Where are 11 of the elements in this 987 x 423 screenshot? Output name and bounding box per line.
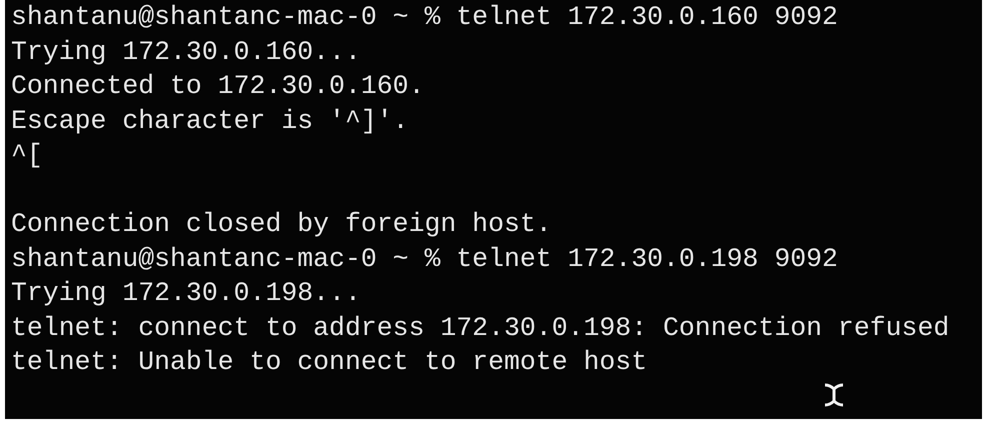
terminal-line: Trying 172.30.0.198... — [11, 277, 362, 310]
terminal-line: Escape character is '^]'. — [11, 104, 410, 138]
terminal-line: ^[ — [11, 139, 44, 172]
terminal-line: telnet: Unable to connect to remote host — [11, 346, 648, 379]
terminal-line: shantanu@shantanc-mac-0 ~ % telnet 172.30.0.198 9092 — [11, 242, 839, 276]
terminal-line: Connection closed by foreign host. — [11, 208, 553, 241]
terminal-line: telnet: connect to address 172.30.0.198: Connection refused — [11, 312, 950, 344]
terminal-line: Trying 172.30.0.160... — [11, 36, 362, 68]
text-cursor-icon — [823, 383, 845, 407]
terminal-line: shantanu@shantanc-mac-0 ~ % telnet 172.30.0.160 9092 — [11, 1, 839, 34]
terminal-line: Connected to 172.30.0.160. — [11, 70, 426, 103]
